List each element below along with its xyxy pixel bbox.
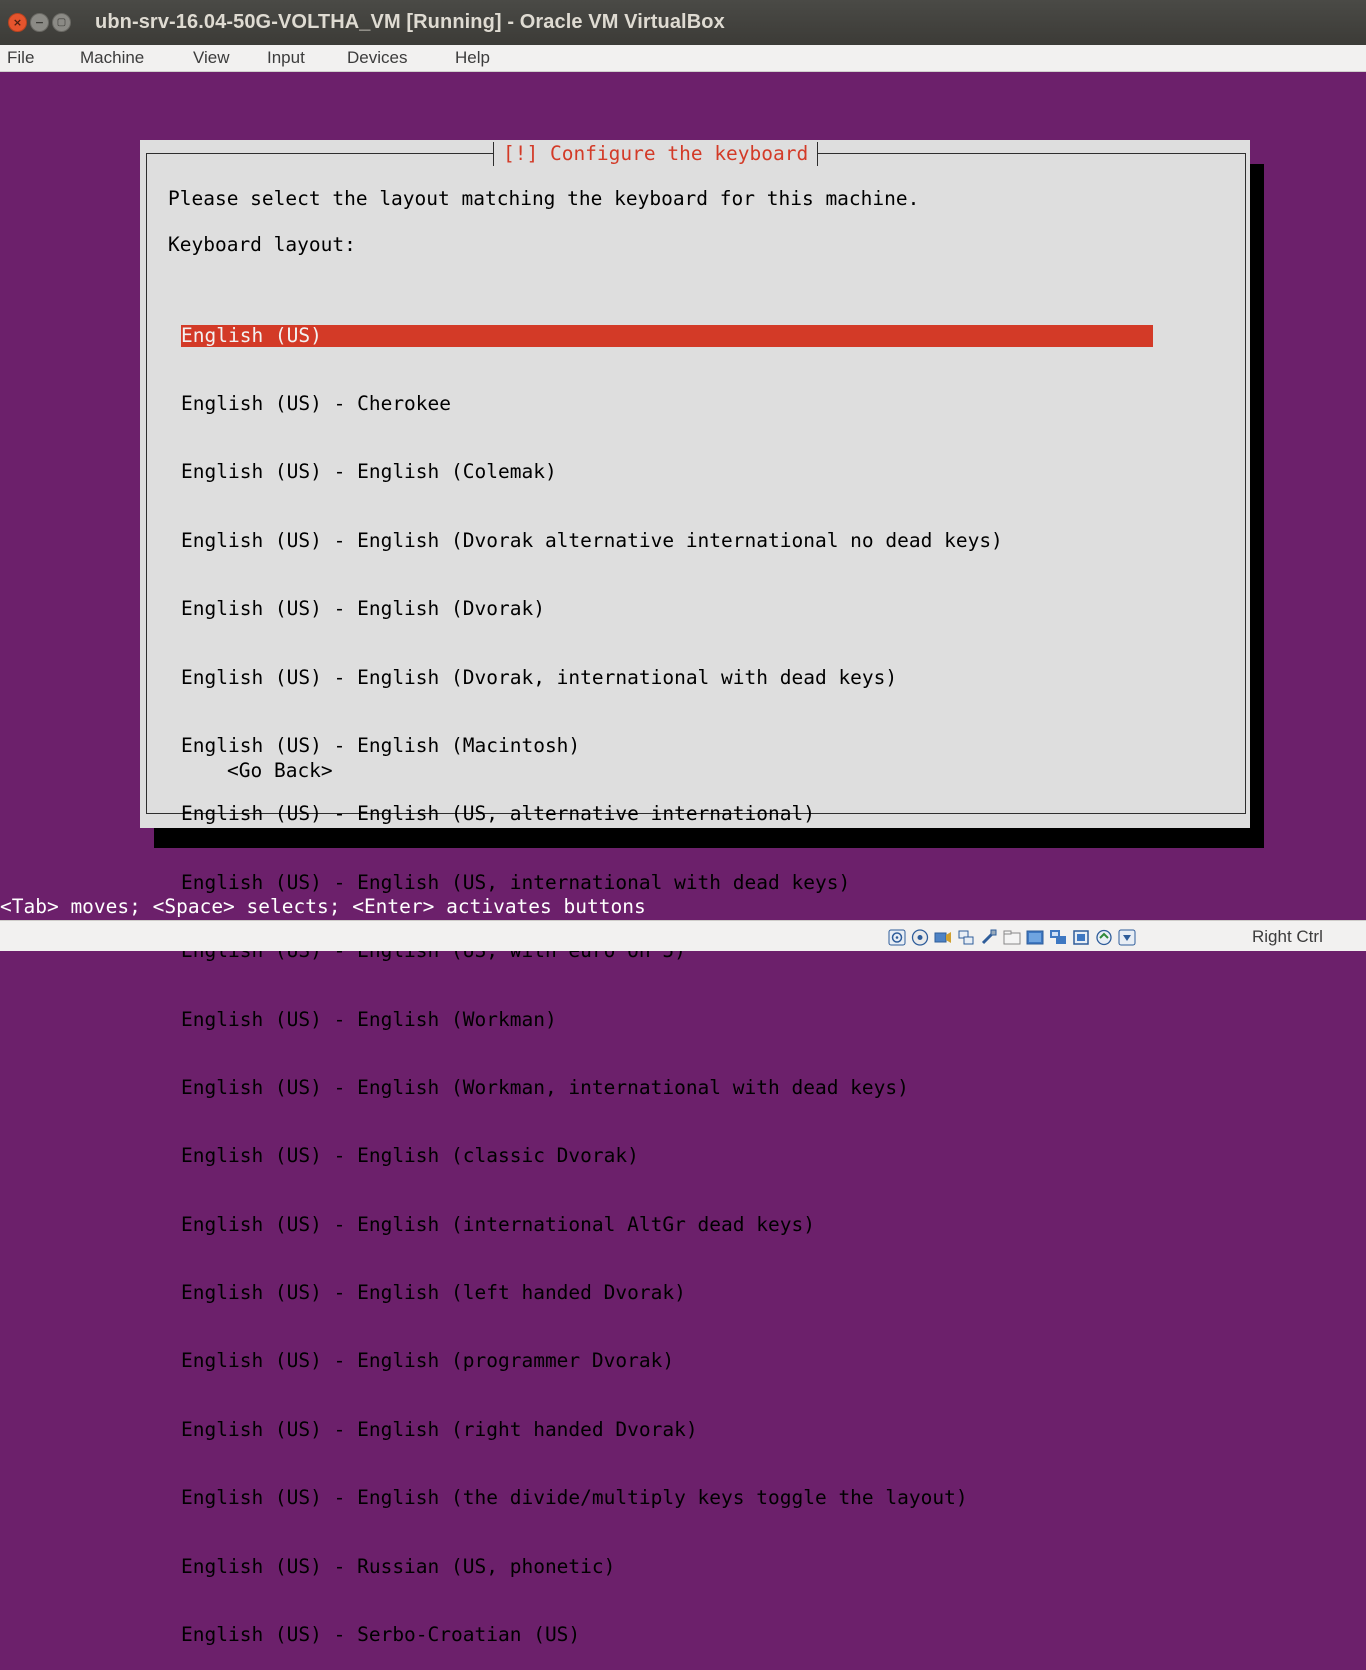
layout-option[interactable]: English (US) - English (Dvorak)	[181, 597, 1153, 621]
layout-option[interactable]: English (US) - English (Workman)	[181, 1008, 1153, 1032]
minimize-icon: −	[34, 16, 45, 29]
close-icon: ×	[12, 16, 23, 29]
layout-option[interactable]: English (US) - Russian (US, phonetic)	[181, 1555, 1153, 1579]
dialog-prompt: Please select the layout matching the ke…	[168, 187, 920, 210]
go-back-button[interactable]: <Go Back>	[227, 759, 333, 783]
hard-disk-icon[interactable]	[888, 929, 906, 946]
layout-option[interactable]: English (US) - English (left handed Dvor…	[181, 1281, 1153, 1305]
network-icon[interactable]	[957, 929, 975, 946]
keyboard-layout-label: Keyboard layout:	[168, 233, 356, 256]
menubar: File Machine View Input Devices Help	[0, 45, 1366, 72]
dialog-title: [!] Configure the keyboard	[493, 142, 819, 166]
layout-option[interactable]: English (US) - English (the divide/multi…	[181, 1486, 1153, 1510]
menu-input[interactable]: Input	[267, 48, 305, 68]
layout-option[interactable]: English (US) - English (Workman, interna…	[181, 1076, 1153, 1100]
layout-option[interactable]: English (US) - English (right handed Dvo…	[181, 1418, 1153, 1442]
shared-folders-icon[interactable]	[1003, 929, 1021, 946]
layout-option[interactable]: English (US) - English (Colemak)	[181, 461, 1153, 484]
layout-option[interactable]: English (US) - Cherokee	[181, 392, 1153, 416]
keyboard-capture-icon[interactable]	[1118, 929, 1136, 946]
help-line: <Tab> moves; <Space> selects; <Enter> ac…	[0, 895, 646, 918]
menu-help[interactable]: Help	[455, 48, 490, 68]
host-key-label: Right Ctrl	[1252, 927, 1323, 946]
layout-option[interactable]: English (US) - English (international Al…	[181, 1213, 1153, 1237]
video-capture-icon[interactable]	[1049, 929, 1067, 946]
layout-option[interactable]: English (US) - English (Dvorak, internat…	[181, 666, 1153, 690]
optical-drive-icon[interactable]	[911, 929, 929, 946]
display-icon[interactable]	[1026, 929, 1044, 946]
close-window-button[interactable]: ×	[8, 13, 27, 32]
keyboard-layout-list[interactable]: English (US) English (US) - Cherokee Eng…	[181, 279, 1153, 1670]
window-title: ubn-srv-16.04-50G-VOLTHA_VM [Running] - …	[95, 11, 725, 33]
menu-file[interactable]: File	[7, 48, 34, 68]
layout-option[interactable]: English (US) - English (programmer Dvora…	[181, 1350, 1153, 1373]
maximize-icon: ▢	[56, 17, 67, 28]
cpu-icon[interactable]	[1072, 929, 1090, 946]
menu-devices[interactable]: Devices	[347, 48, 407, 68]
maximize-window-button[interactable]: ▢	[52, 13, 71, 32]
layout-option[interactable]: English (US) - English (US, internationa…	[181, 871, 1153, 895]
layout-option[interactable]: English (US) - English (Macintosh)	[181, 734, 1153, 758]
minimize-window-button[interactable]: −	[30, 13, 49, 32]
audio-icon[interactable]	[934, 929, 952, 946]
layout-option[interactable]: English (US) - English (classic Dvorak)	[181, 1144, 1153, 1168]
layout-option-selected[interactable]: English (US)	[181, 324, 1153, 348]
usb-icon[interactable]	[980, 929, 998, 946]
window-titlebar: × − ▢ ubn-srv-16.04-50G-VOLTHA_VM [Runni…	[0, 0, 1366, 45]
menu-machine[interactable]: Machine	[80, 48, 144, 68]
layout-option[interactable]: English (US) - English (Dvorak alternati…	[181, 529, 1153, 553]
layout-option[interactable]: English (US) - English (US, alternative …	[181, 803, 1153, 826]
layout-option[interactable]: English (US) - Serbo-Croatian (US)	[181, 1623, 1153, 1647]
menu-view[interactable]: View	[193, 48, 230, 68]
statusbar: Right Ctrl	[0, 920, 1366, 951]
mouse-integration-icon[interactable]	[1095, 929, 1113, 946]
